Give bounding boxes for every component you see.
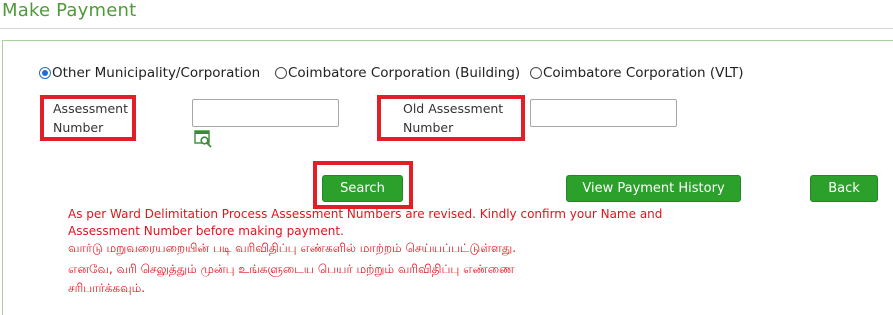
radio-label: Other Municipality/Corporation: [52, 65, 261, 81]
title-divider: [0, 28, 893, 29]
notice-english-line1: As per Ward Delimitation Process Assessm…: [68, 207, 663, 221]
view-payment-history-button[interactable]: View Payment History: [566, 175, 741, 202]
page-title: Make Payment: [2, 0, 137, 21]
back-button[interactable]: Back: [810, 175, 878, 202]
notice-tamil-line1: வார்டு மறுவரையறையின் படி வரிவிதிப்பு எண்…: [68, 241, 517, 255]
radio-checked-icon[interactable]: [39, 67, 51, 79]
notice-tamil-line3: சரிபார்க்கவும்.: [68, 281, 146, 295]
radio-coimbatore-building[interactable]: Coimbatore Corporation (Building): [275, 65, 520, 81]
radio-unchecked-icon[interactable]: [275, 67, 287, 79]
radio-coimbatore-vlt[interactable]: Coimbatore Corporation (VLT): [530, 65, 744, 81]
assessment-number-label: Assessment Number: [53, 101, 128, 135]
notice-tamil-line2: எனவே, வரி செலுத்தும் முன்பு உங்களுடைய பெ…: [68, 262, 515, 276]
old-assessment-number-input[interactable]: [530, 99, 677, 127]
old-assessment-number-label: Old Assessment Number: [403, 101, 504, 135]
radio-label: Coimbatore Corporation (Building): [288, 65, 521, 81]
radio-other-municipality[interactable]: Other Municipality/Corporation: [39, 65, 260, 81]
radio-unchecked-icon[interactable]: [530, 67, 542, 79]
radio-label: Coimbatore Corporation (VLT): [543, 65, 744, 81]
search-button[interactable]: Search: [322, 175, 403, 202]
search-record-icon[interactable]: [194, 130, 212, 148]
notice-english-line2: Assessment Number before making payment.: [68, 224, 344, 238]
assessment-number-input[interactable]: [192, 99, 339, 127]
